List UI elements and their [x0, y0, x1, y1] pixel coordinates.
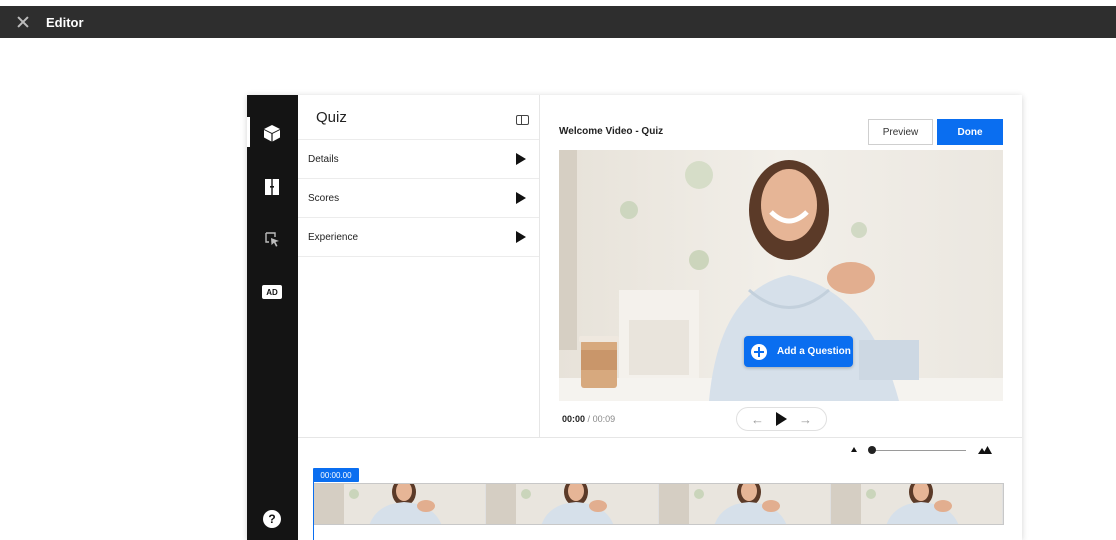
quiz-item-label: Details — [308, 153, 339, 165]
video-panel: Welcome Video - Quiz Preview Done Add a … — [541, 95, 1022, 437]
done-button[interactable]: Done — [937, 119, 1003, 145]
top-bar: Editor — [0, 6, 1116, 38]
quiz-item-experience[interactable]: Experience — [298, 218, 539, 257]
tool-rail: AD ? — [247, 95, 298, 540]
app-title: Editor — [46, 14, 84, 30]
current-time: 00:00 — [562, 414, 586, 424]
timeline: 00:00.00 — [298, 437, 1022, 540]
timeline-frame-thumbnail — [486, 484, 659, 524]
timeline-frame-thumbnail — [830, 484, 1003, 524]
help-icon[interactable]: ? — [263, 510, 281, 528]
expand-arrow-icon — [516, 153, 526, 165]
timeline-frame-thumbnail — [314, 484, 487, 524]
play-icon[interactable] — [776, 412, 787, 426]
cursor-click-icon[interactable] — [262, 229, 282, 249]
cube-icon[interactable] — [262, 123, 282, 143]
plus-icon — [751, 343, 767, 360]
add-question-label: Add a Question — [777, 346, 851, 357]
previous-arrow-icon[interactable]: ← — [751, 412, 764, 427]
time-separator: / — [587, 414, 591, 424]
quiz-item-label: Experience — [308, 231, 359, 243]
zoom-slider-handle[interactable] — [868, 446, 876, 454]
quiz-item-details[interactable]: Details — [298, 140, 539, 179]
audio-description-icon[interactable]: AD — [262, 285, 282, 299]
playhead-time[interactable]: 00:00.00 — [313, 468, 359, 482]
quiz-title: Quiz — [316, 108, 347, 126]
next-arrow-icon[interactable]: → — [799, 412, 812, 427]
playback-controls: ← → — [736, 407, 827, 431]
close-icon[interactable] — [16, 15, 30, 29]
zoom-out-icon[interactable] — [851, 447, 857, 452]
zoom-slider-track[interactable] — [870, 450, 966, 451]
book-icon[interactable] — [262, 177, 282, 197]
timeline-thumbnail-strip[interactable] — [313, 483, 1004, 525]
editor-frame: AD ? Quiz Details Scores Experience Welc… — [247, 95, 1022, 540]
video-player[interactable]: Add a Question — [559, 150, 1003, 401]
quiz-item-scores[interactable]: Scores — [298, 179, 539, 218]
active-indicator — [247, 117, 250, 147]
video-title: Welcome Video - Quiz — [559, 126, 664, 137]
total-time: 00:09 — [592, 414, 616, 424]
expand-arrow-icon — [516, 231, 526, 243]
add-question-button[interactable]: Add a Question — [744, 336, 853, 367]
quiz-item-label: Scores — [308, 192, 340, 204]
quiz-panel: Quiz Details Scores Experience — [298, 95, 540, 437]
expand-arrow-icon — [516, 192, 526, 204]
timeline-frame-thumbnail — [658, 484, 831, 524]
quiz-header: Quiz — [298, 95, 539, 140]
panel-toggle-icon[interactable] — [516, 115, 529, 125]
playhead[interactable] — [313, 474, 314, 540]
time-readout: 00:00 / 00:09 — [562, 414, 615, 424]
preview-button[interactable]: Preview — [868, 119, 933, 145]
zoom-in-icon[interactable] — [978, 444, 992, 454]
